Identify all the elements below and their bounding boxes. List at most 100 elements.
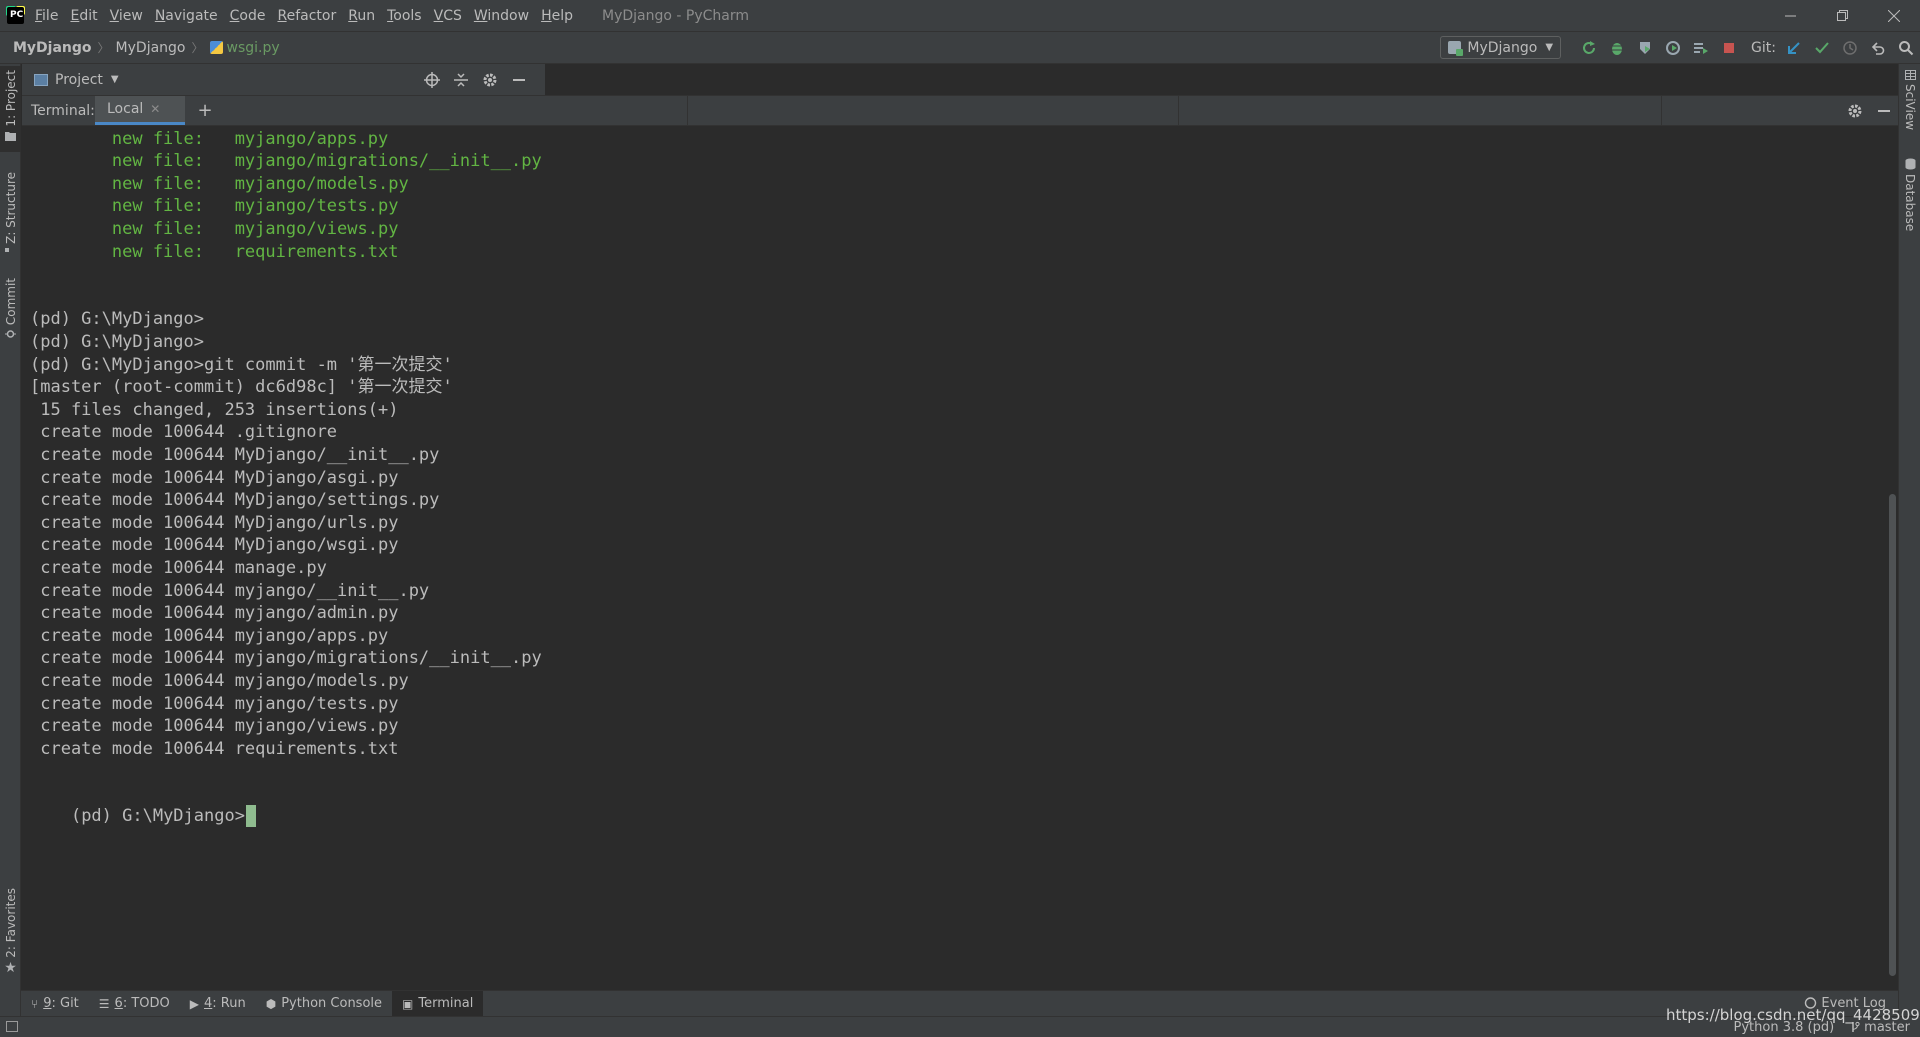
terminal-line: create mode 100644 MyDjango/asgi.py [30, 467, 399, 488]
new-terminal-tab-button[interactable]: + [194, 96, 216, 125]
menu-item[interactable]: File [35, 8, 58, 24]
git-tool-button[interactable]: ⑂ 9: Git [21, 991, 89, 1016]
list-icon: ☰ [98, 996, 110, 1011]
menu-item[interactable]: VCS [434, 8, 462, 24]
tab-local-label: Local [107, 101, 144, 117]
menu-item[interactable]: Refactor [277, 8, 336, 24]
chevron-down-icon: ▼ [1545, 42, 1554, 53]
run-configuration-select[interactable]: MyDjango ▼ [1440, 36, 1562, 59]
terminal-output[interactable]: new file: myjango/admin.py new file: myj… [22, 127, 1886, 990]
toggle-tool-windows-icon[interactable] [6, 1021, 18, 1032]
menu-item[interactable]: Code [230, 8, 266, 24]
hide-terminal-button[interactable] [1869, 97, 1898, 125]
minimize-icon [1877, 109, 1890, 112]
terminal-prompt: (pd) G:\MyDjango> [70, 806, 245, 826]
terminal-line: new file: myjango/models.py [30, 173, 409, 194]
menu-item[interactable]: Navigate [155, 8, 218, 24]
menu-item[interactable]: Help [541, 8, 573, 24]
structure-tool-button[interactable]: Z: Structure [0, 168, 21, 258]
stop-button[interactable] [1715, 34, 1743, 62]
commit-tool-label: Commit [3, 278, 18, 326]
search-everywhere-button[interactable] [1892, 34, 1920, 62]
run-concurrency-button[interactable] [1687, 34, 1715, 62]
tab-bar-divider [687, 96, 688, 125]
breadcrumb-project[interactable]: MyDjango [13, 40, 92, 56]
terminal-line: [master (root-commit) dc6d98c] '第一次提交' [30, 377, 453, 398]
git-tool-button-label: : Git [51, 996, 79, 1011]
breadcrumb-file-label: wsgi.py [226, 39, 280, 56]
project-tool-label: 1: Project [3, 70, 18, 127]
menu-item[interactable]: Tools [387, 8, 422, 24]
sciview-tool-label: SciView [1903, 84, 1917, 131]
locate-file-button[interactable] [417, 66, 446, 94]
text-cursor [245, 805, 256, 827]
terminal-line: create mode 100644 myjango/migrations/__… [30, 648, 542, 669]
search-icon [1899, 40, 1914, 55]
project-settings-button[interactable] [475, 66, 504, 94]
coverage-icon [1640, 41, 1651, 54]
scrollbar-thumb[interactable] [1889, 494, 1896, 976]
git-history-button[interactable] [1836, 34, 1864, 62]
terminal-line: create mode 100644 myjango/admin.py [30, 603, 399, 624]
terminal-line: new file: myjango/tests.py [30, 196, 399, 217]
restore-icon [1836, 10, 1848, 21]
menu-item[interactable]: View [110, 8, 143, 24]
python-file-icon [209, 41, 223, 54]
project-panel-title: Project [55, 71, 103, 88]
terminal-prompt-line[interactable]: (pd) G:\MyDjango> [30, 783, 256, 849]
python-console-button-label: Python Console [281, 996, 383, 1011]
hide-panel-button[interactable] [504, 66, 533, 94]
menu-item[interactable]: Run [348, 8, 375, 24]
run-tool-button[interactable]: ▶ 4: Run [180, 991, 256, 1016]
restore-button[interactable] [1816, 0, 1868, 31]
git-label: Git: [1751, 39, 1776, 56]
gear-icon [483, 73, 496, 86]
terminal-line: create mode 100644 myjango/models.py [30, 671, 409, 691]
database-tool-button[interactable]: Database [1899, 158, 1920, 240]
terminal-tab-bar: Terminal: Local ✕ + [22, 96, 1898, 126]
gear-icon [1848, 104, 1861, 117]
rerun-icon [1583, 40, 1596, 54]
menu-item[interactable]: Edit [70, 8, 97, 24]
breadcrumb-package[interactable]: MyDjango [116, 40, 186, 56]
database-icon [1905, 158, 1915, 170]
terminal-line: (pd) G:\MyDjango> [30, 332, 204, 352]
profile-button[interactable] [1659, 34, 1687, 62]
window-controls [1764, 0, 1920, 31]
todo-tool-button[interactable]: ☰ 6: TODO [89, 991, 180, 1016]
project-panel-tools [417, 64, 533, 95]
terminal-line: create mode 100644 MyDjango/urls.py [30, 512, 399, 533]
breadcrumb-file[interactable]: wsgi.py [209, 39, 280, 56]
close-tab-icon[interactable]: ✕ [150, 102, 160, 116]
commit-tool-button[interactable]: Commit [0, 274, 21, 344]
collapse-all-button[interactable] [446, 66, 475, 94]
python-console-button[interactable]: ⬢ Python Console [256, 991, 392, 1016]
git-rollback-button[interactable] [1864, 34, 1892, 62]
terminal-tool-button[interactable]: ▣ Terminal [392, 991, 484, 1016]
run-icon: ▶ [189, 996, 199, 1011]
terminal-tool-button-label: Terminal [418, 996, 474, 1011]
project-view-selector[interactable]: Project ▼ [34, 64, 119, 95]
close-window-button[interactable] [1868, 0, 1920, 31]
minimize-button[interactable] [1764, 0, 1816, 31]
terminal-scrollbar[interactable] [1886, 127, 1898, 990]
branch-icon: ⑂ [31, 996, 39, 1011]
git-update-button[interactable] [1780, 34, 1808, 62]
git-commit-button[interactable] [1808, 34, 1836, 62]
menu-item[interactable]: Window [474, 8, 529, 24]
terminal-line: create mode 100644 myjango/__init__.py [30, 580, 430, 601]
project-tool-button[interactable]: 1: Project [0, 66, 21, 152]
rerun-button[interactable] [1575, 34, 1603, 62]
tab-local[interactable]: Local ✕ [95, 96, 185, 125]
right-tool-stripe: SciView Database [1898, 64, 1920, 1016]
arrow-down-left-icon [1788, 41, 1800, 54]
terminal-line: new file: myjango/views.py [30, 219, 399, 239]
sciview-tool-button[interactable]: SciView [1899, 70, 1920, 144]
crosshair-icon [423, 71, 440, 88]
debug-button[interactable] [1603, 34, 1631, 62]
run-configuration-label: MyDjango [1467, 39, 1538, 56]
terminal-line: create mode 100644 MyDjango/__init__.py [30, 445, 440, 465]
coverage-button[interactable] [1631, 34, 1659, 62]
favorites-tool-button[interactable]: 2: Favorites ★ [0, 884, 21, 976]
terminal-settings-button[interactable] [1840, 97, 1869, 125]
